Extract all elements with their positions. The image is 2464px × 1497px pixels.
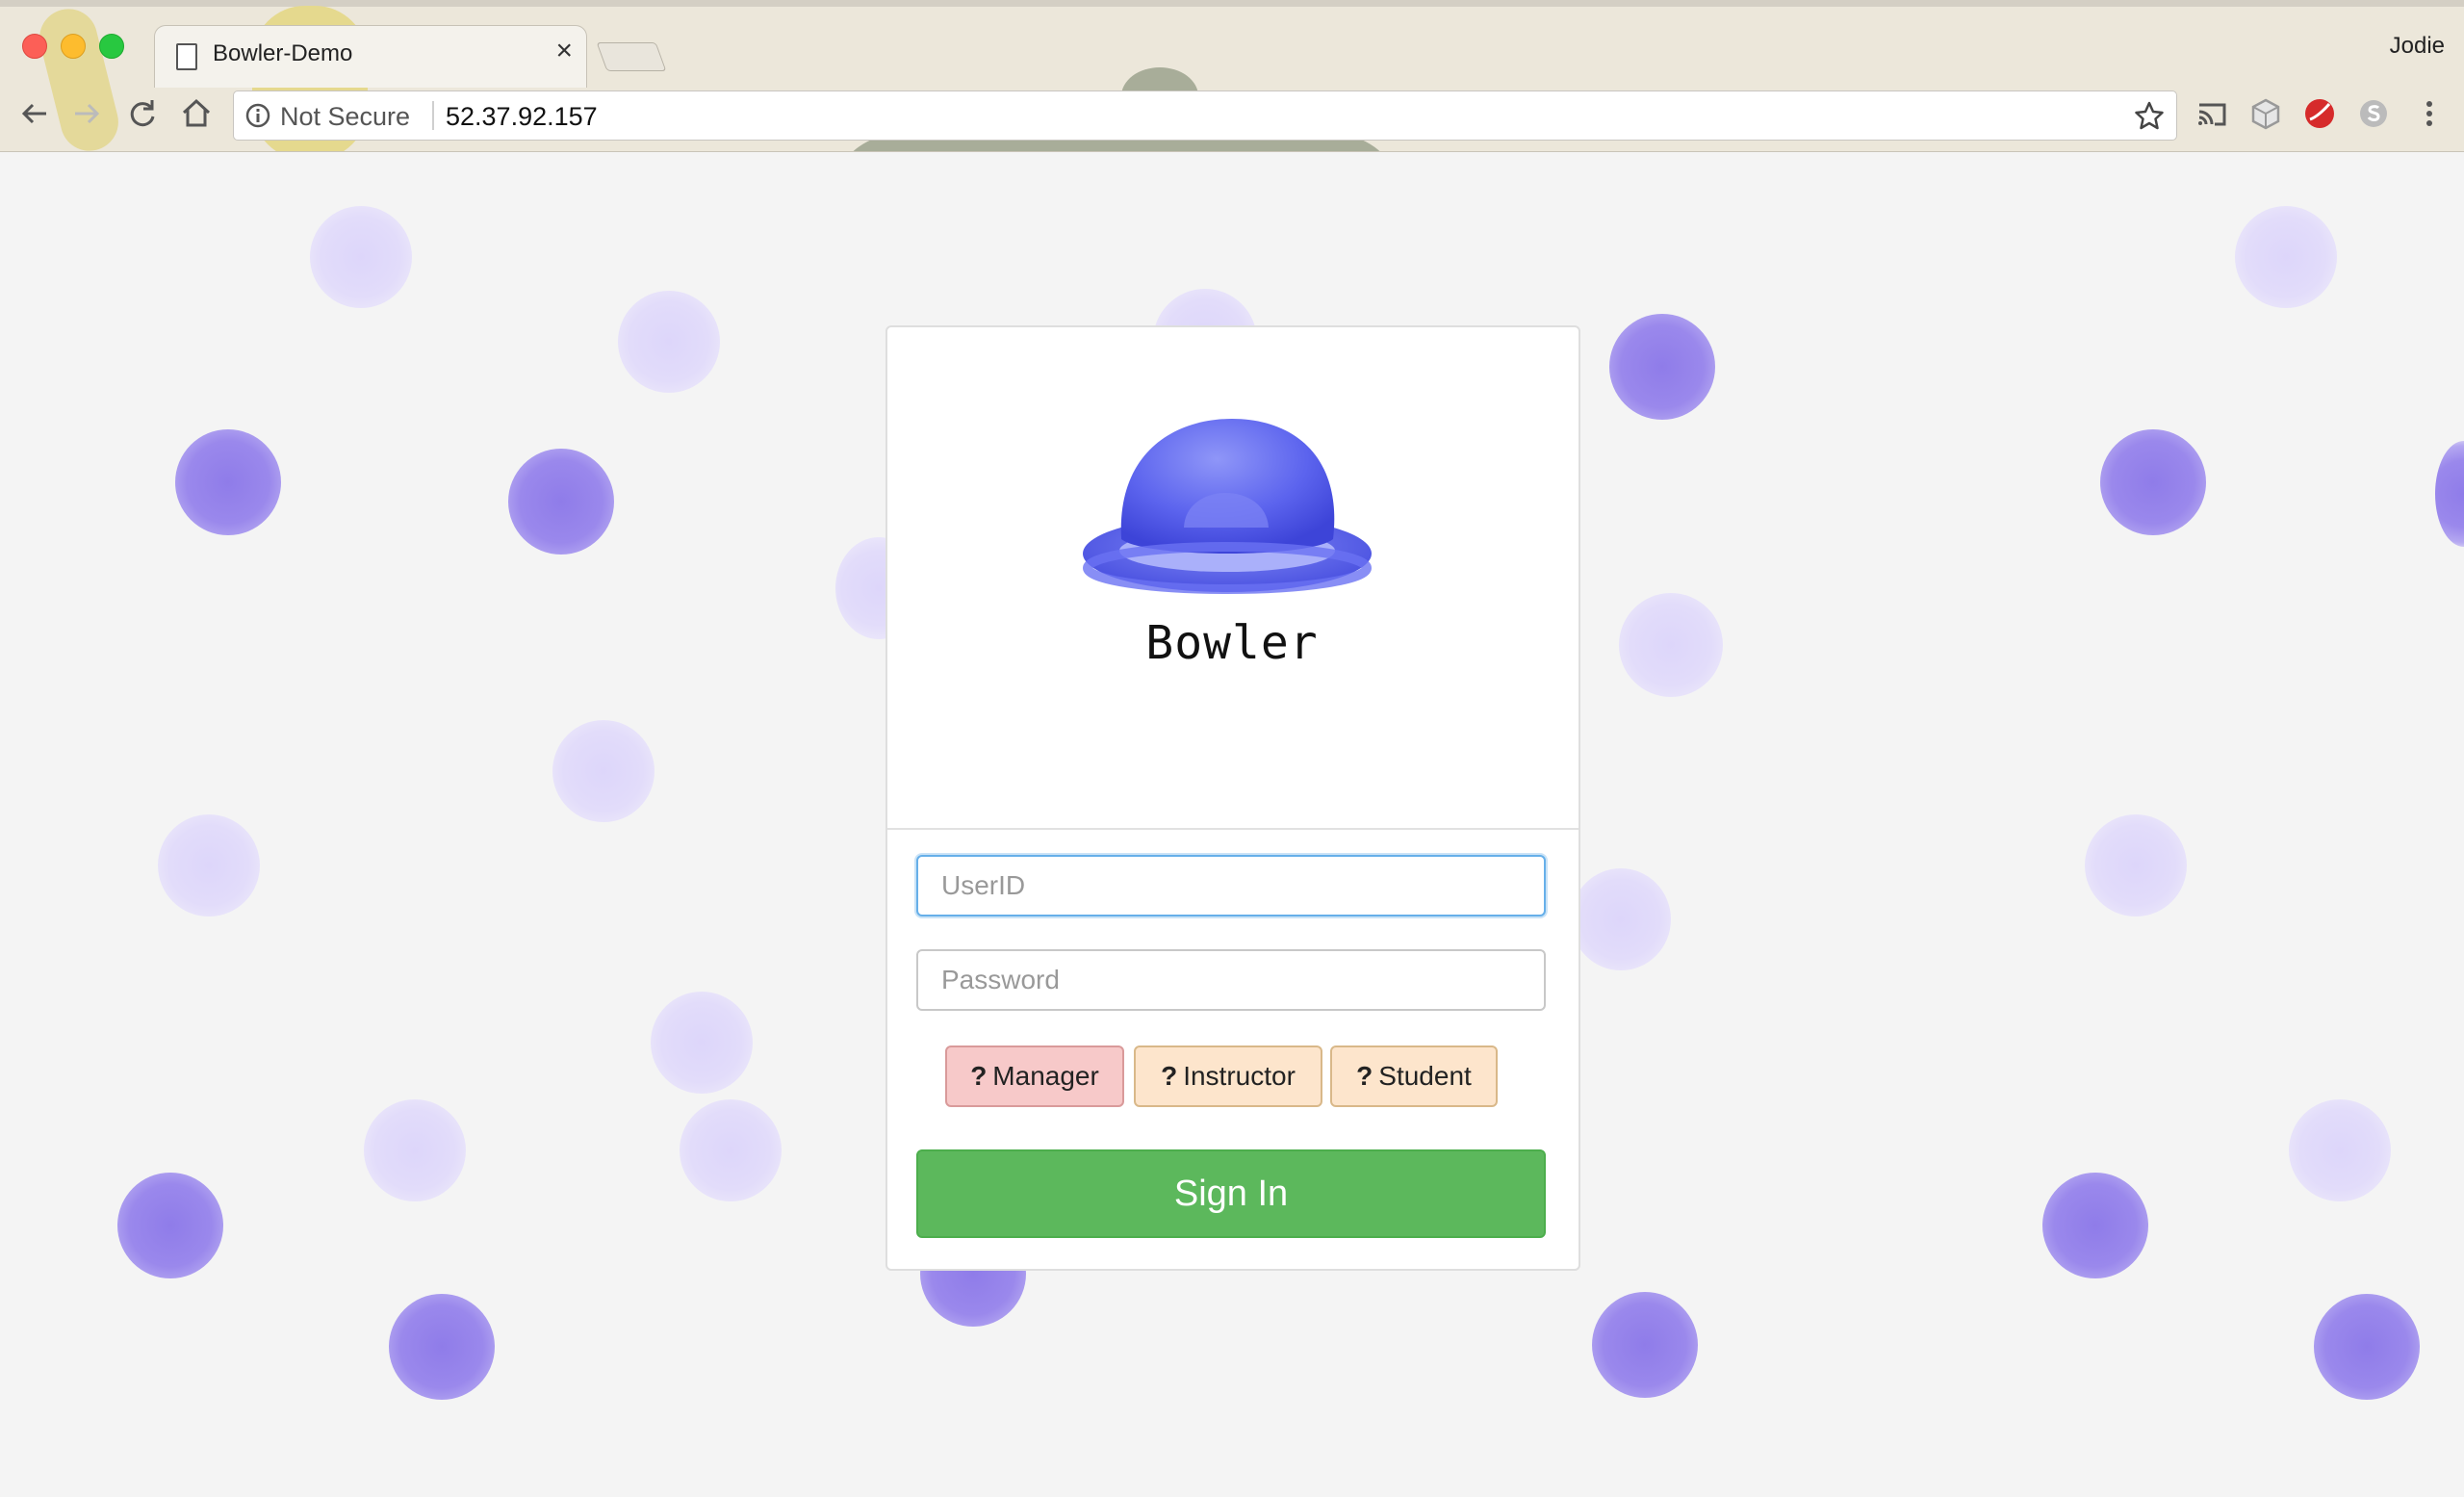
extension-cube-button[interactable] xyxy=(2248,96,2283,131)
background-dot xyxy=(1592,1292,1698,1398)
url-text[interactable]: 52.37.92.157 xyxy=(446,102,598,132)
skype-button[interactable] xyxy=(2356,96,2391,131)
window-close-button[interactable] xyxy=(22,34,47,59)
background-dot xyxy=(2235,206,2337,308)
background-dot xyxy=(2435,441,2464,547)
logo-panel: Bowler xyxy=(924,347,1540,809)
background-dot xyxy=(552,720,654,822)
address-bar[interactable]: Not Secure 52.37.92.157 xyxy=(233,90,2177,141)
background-dot xyxy=(680,1099,782,1201)
forward-button[interactable] xyxy=(69,96,104,131)
info-icon[interactable] xyxy=(245,103,270,128)
home-button[interactable] xyxy=(179,96,214,131)
cast-button[interactable] xyxy=(2194,96,2229,131)
login-card: Bowler ? Manager ? Instructor ? Student … xyxy=(886,325,1580,1271)
document-icon xyxy=(176,43,197,70)
skype-icon xyxy=(2360,100,2387,127)
background-dot xyxy=(2085,814,2187,916)
help-icon: ? xyxy=(1161,1061,1178,1091)
instructor-role-label: Instructor xyxy=(1183,1061,1296,1091)
background-dot xyxy=(1571,868,1671,970)
background-dot xyxy=(389,1294,495,1400)
extension-cube-icon xyxy=(2251,98,2280,130)
home-icon xyxy=(182,98,211,127)
manager-role-button[interactable]: ? Manager xyxy=(945,1045,1124,1107)
password-input[interactable] xyxy=(916,949,1546,1011)
logo-wordmark: Bowler xyxy=(1145,616,1319,670)
background-dot xyxy=(2042,1173,2148,1278)
back-icon xyxy=(21,103,46,124)
background-dot xyxy=(158,814,260,916)
background-dot xyxy=(1609,314,1715,420)
browser-tab[interactable]: Bowler-Demo × xyxy=(154,25,587,88)
extension-red-button[interactable] xyxy=(2302,96,2337,131)
cast-icon xyxy=(2198,103,2226,126)
userid-input[interactable] xyxy=(916,855,1546,916)
browser-chrome: Bowler-Demo × Jodie Not Secure 52.37.92.… xyxy=(0,0,2464,152)
security-label[interactable]: Not Secure xyxy=(280,102,410,132)
new-tab-button[interactable] xyxy=(596,42,667,71)
background-dot xyxy=(310,206,412,308)
menu-button[interactable] xyxy=(2412,96,2447,131)
background-dot xyxy=(1619,593,1723,697)
forward-icon xyxy=(75,103,100,124)
background-dot xyxy=(651,992,753,1094)
back-button[interactable] xyxy=(17,96,52,131)
address-separator xyxy=(432,101,434,130)
background-dot xyxy=(2100,429,2206,535)
sign-in-button[interactable]: Sign In xyxy=(916,1149,1546,1238)
star-icon[interactable] xyxy=(2134,100,2165,131)
background-dot xyxy=(508,449,614,555)
background-dot xyxy=(117,1173,223,1278)
help-icon: ? xyxy=(1356,1061,1373,1091)
reload-icon xyxy=(130,100,155,127)
extension-red-icon xyxy=(2305,99,2334,128)
profile-name[interactable]: Jodie xyxy=(2390,33,2445,60)
reload-button[interactable] xyxy=(125,96,160,131)
background-dot xyxy=(618,291,720,393)
page-background: Bowler ? Manager ? Instructor ? Student … xyxy=(0,152,2464,1497)
background-dot xyxy=(175,429,281,535)
background-dot xyxy=(364,1099,466,1201)
tab-title: Bowler-Demo xyxy=(213,40,353,66)
window-top-edge xyxy=(0,0,2464,7)
background-dot xyxy=(2289,1099,2391,1201)
instructor-role-button[interactable]: ? Instructor xyxy=(1134,1045,1322,1107)
background-dot xyxy=(2314,1294,2420,1400)
bowler-hat-logo xyxy=(1083,419,1372,594)
student-role-label: Student xyxy=(1378,1061,1472,1091)
card-divider xyxy=(887,828,1578,830)
manager-role-label: Manager xyxy=(992,1061,1099,1091)
menu-icon xyxy=(2426,101,2432,126)
window-minimize-button[interactable] xyxy=(61,34,86,59)
help-icon: ? xyxy=(970,1061,988,1091)
student-role-button[interactable]: ? Student xyxy=(1330,1045,1498,1107)
tab-close-button[interactable]: × xyxy=(555,37,573,65)
window-maximize-button[interactable] xyxy=(99,34,124,59)
